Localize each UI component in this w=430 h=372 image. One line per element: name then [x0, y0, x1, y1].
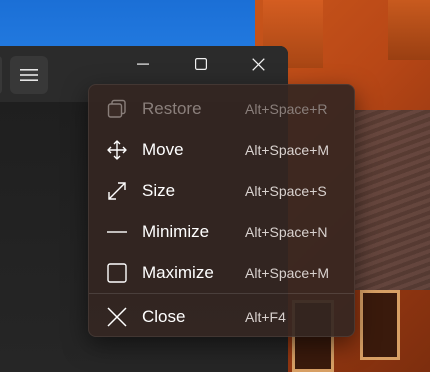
menu-separator	[89, 293, 354, 294]
minimize-icon	[107, 222, 127, 242]
menu-item-shortcut: Alt+Space+R	[245, 101, 328, 117]
restore-icon	[107, 99, 127, 119]
desktop: Restore Alt+Space+R Move Alt+Space+M Siz…	[0, 0, 430, 372]
menu-item-shortcut: Alt+Space+S	[245, 183, 327, 199]
minimize-icon	[137, 63, 149, 65]
size-icon	[107, 181, 127, 201]
menu-item-label: Move	[142, 140, 184, 159]
menu-item-label: Minimize	[142, 222, 210, 241]
menu-item-move[interactable]: Move Alt+Space+M	[93, 132, 351, 168]
hamburger-menu-icon	[20, 69, 38, 81]
close-button[interactable]	[235, 46, 281, 82]
menu-item-shortcut: Alt+Space+M	[245, 142, 330, 158]
maximize-icon	[107, 263, 127, 283]
menu-item-label: Size	[142, 181, 176, 200]
minimize-button[interactable]	[120, 46, 166, 82]
wallpaper-roof	[355, 110, 430, 290]
menu-item-label: Restore	[142, 99, 202, 118]
menu-item-shortcut: Alt+Space+N	[245, 224, 328, 240]
close-icon	[107, 307, 127, 327]
menu-item-label: Maximize	[142, 263, 214, 282]
menu-item-label: Close	[142, 307, 186, 326]
wallpaper-tower	[388, 0, 430, 60]
menu-item-minimize[interactable]: Minimize Alt+Space+N	[93, 214, 351, 250]
menu-item-shortcut: Alt+F4	[245, 309, 286, 325]
menu-item-shortcut: Alt+Space+M	[245, 265, 330, 281]
menu-item-restore: Restore Alt+Space+R	[93, 91, 351, 127]
menu-item-close[interactable]: Close Alt+F4	[93, 299, 351, 335]
maximize-button[interactable]	[178, 46, 224, 82]
hamburger-menu-button[interactable]	[10, 56, 48, 94]
system-menu: Restore Alt+Space+R Move Alt+Space+M Siz…	[88, 84, 355, 337]
close-icon	[251, 57, 265, 71]
maximize-icon	[195, 58, 207, 70]
menu-item-size[interactable]: Size Alt+Space+S	[93, 173, 351, 209]
wallpaper-window	[360, 290, 400, 360]
menu-item-maximize[interactable]: Maximize Alt+Space+M	[93, 255, 351, 291]
move-icon	[107, 140, 127, 160]
toolbar-button-partial[interactable]	[0, 56, 2, 94]
